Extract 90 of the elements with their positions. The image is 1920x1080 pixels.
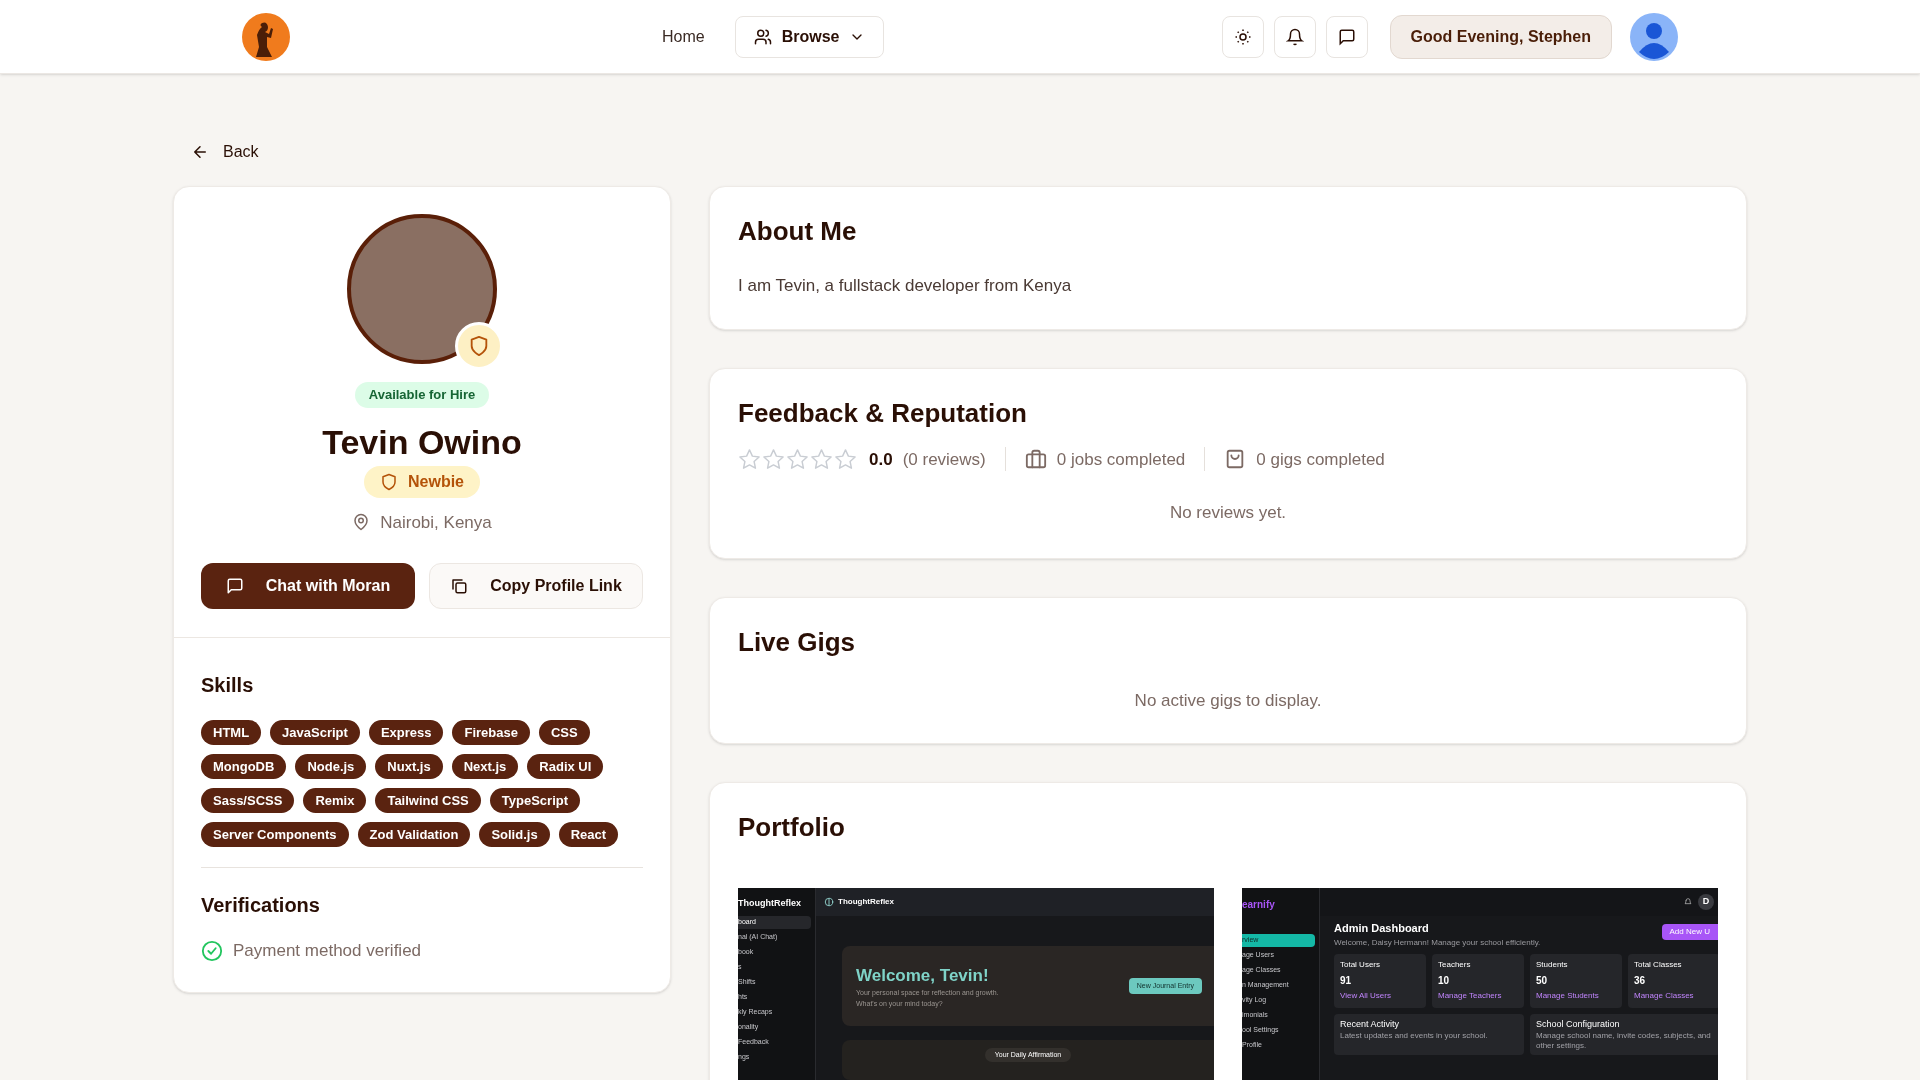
stat-link[interactable]: Manage Teachers: [1438, 989, 1518, 1002]
message-icon: [1337, 27, 1356, 46]
logo-icon[interactable]: [242, 12, 290, 61]
panel-title: Recent Activity: [1340, 1017, 1401, 1031]
section-heading: Portfolio: [738, 811, 846, 843]
stat-link[interactable]: Manage Students: [1536, 989, 1616, 1002]
bell-icon: [1684, 898, 1692, 906]
location-text: Nairobi, Kenya: [380, 511, 492, 534]
shield-icon: [468, 335, 490, 357]
section-heading: Live Gigs: [738, 625, 857, 658]
skill-tag: MongoDB: [201, 754, 287, 779]
verifications-heading: Verifications: [201, 893, 321, 918]
profile-name: Tevin Owino: [322, 421, 522, 462]
stat-value: 10: [1438, 973, 1451, 988]
skill-tag: Node.js: [295, 754, 367, 779]
skill-tag: Tailwind CSS: [375, 788, 481, 813]
greeting-button[interactable]: Good Evening, Stephen: [1389, 14, 1612, 59]
skill-tag: Sass/SCSS: [201, 788, 295, 813]
panel-description: Manage school name, invite codes, subjects, and other settings.: [1536, 1031, 1712, 1051]
stat-value: 36: [1634, 973, 1647, 988]
empty-state-text: No active gigs to display.: [1133, 689, 1323, 712]
stat-label: Total Classes: [1634, 958, 1683, 971]
stat-label: Students: [1536, 958, 1569, 971]
skill-tag: Express: [368, 720, 444, 745]
availability-badge: Available for Hire: [354, 382, 490, 408]
portfolio-screenshot[interactable]: [738, 888, 1214, 1080]
app-name: earnify: [1242, 897, 1276, 912]
stat-link[interactable]: View All Users: [1340, 989, 1420, 1002]
home-link[interactable]: Home: [662, 24, 705, 49]
welcome-heading: Welcome, Tevin!: [856, 964, 990, 987]
user-avatar-icon[interactable]: [1630, 12, 1678, 61]
users-icon: [753, 27, 772, 46]
section-heading: Feedback & Reputation: [738, 396, 1028, 429]
stat-value: 50: [1536, 973, 1549, 988]
app-name: ThoughtReflex: [738, 897, 802, 911]
empty-state-text: No reviews yet.: [1168, 502, 1288, 524]
skill-tag: Zod Validation: [357, 822, 471, 847]
skill-tag: Remix: [303, 788, 367, 813]
sun-icon: [1233, 27, 1252, 46]
rating-value: 0.0: [869, 448, 893, 471]
skill-tag: TypeScript: [489, 788, 580, 813]
dashboard-subtitle: Welcome, Daisy Hermann! Manage your school efficiently.: [1334, 936, 1542, 949]
jobs-completed: 0 jobs completed: [1056, 448, 1186, 471]
skill-tag: JavaScript: [270, 720, 360, 745]
review-count: (0 reviews): [902, 448, 986, 471]
skill-tag: Radix UI: [527, 754, 604, 779]
notifications-button[interactable]: [1273, 15, 1316, 58]
star-icon: [738, 447, 761, 471]
panel-title: School Configuration: [1536, 1017, 1621, 1031]
stat-label: Teachers: [1438, 958, 1472, 971]
star-icon: [762, 447, 785, 471]
skill-tag: Firebase: [452, 720, 530, 745]
skill-tag: Nuxt.js: [375, 754, 443, 779]
location-pin-icon: [352, 513, 371, 532]
app-title: ThoughtReflex: [838, 896, 894, 908]
skill-tag: React: [558, 822, 619, 847]
stat-label: Total Users: [1340, 958, 1381, 971]
add-user-button[interactable]: Add New U: [1661, 924, 1718, 940]
back-button[interactable]: Back: [191, 140, 259, 164]
skill-tag: CSS: [538, 720, 590, 745]
messages-button[interactable]: [1325, 15, 1368, 58]
shield-icon: [380, 472, 398, 491]
chat-button[interactable]: Chat with Moran: [201, 563, 415, 609]
user-avatar: D: [1698, 894, 1714, 910]
panel-description: Latest updates and events in your school.: [1340, 1031, 1489, 1041]
gigs-completed: 0 gigs completed: [1256, 448, 1385, 471]
skill-tag: Solid.js: [479, 822, 550, 847]
skill-tag: Server Components: [201, 822, 349, 847]
level-badge: Newbie: [364, 465, 480, 498]
message-icon: [225, 577, 244, 595]
star-icon: [810, 447, 833, 471]
browse-dropdown[interactable]: Browse: [734, 15, 885, 58]
about-text: I am Tevin, a fullstack developer from Kenya: [738, 275, 1073, 297]
stat-link[interactable]: Manage Classes: [1634, 989, 1714, 1002]
briefcase-icon: [1024, 448, 1047, 471]
stat-value: 91: [1340, 973, 1353, 988]
dashboard-heading: Admin Dashboard: [1334, 921, 1430, 936]
skill-tag: HTML: [201, 720, 262, 745]
portfolio-screenshot[interactable]: [1242, 888, 1718, 1080]
theme-toggle-button[interactable]: [1221, 15, 1264, 58]
star-icon: [786, 447, 809, 471]
section-heading: About Me: [738, 215, 858, 247]
copy-icon: [450, 577, 469, 595]
bell-icon: [1285, 27, 1304, 46]
arrow-left-icon: [191, 143, 209, 161]
skills-heading: Skills: [201, 673, 255, 698]
verification-text: Payment method verified: [233, 940, 422, 962]
star-icon: [834, 447, 857, 471]
copy-link-button[interactable]: Copy Profile Link: [429, 563, 643, 609]
skill-tag: Next.js: [451, 754, 519, 779]
